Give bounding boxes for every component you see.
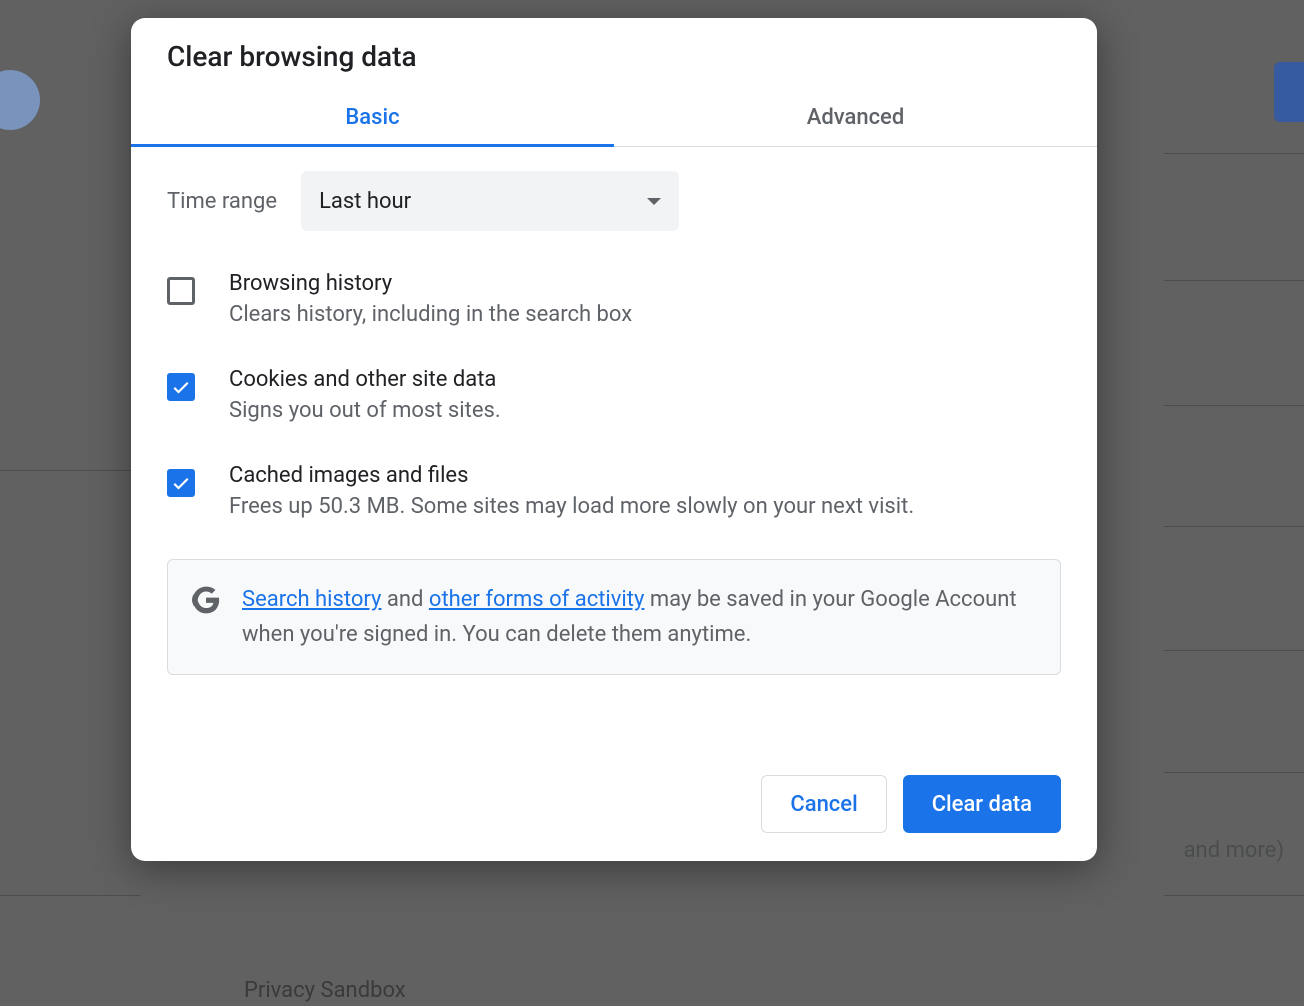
google-logo-icon bbox=[192, 586, 220, 614]
background-text: and more) bbox=[1184, 838, 1284, 863]
divider bbox=[1164, 153, 1304, 154]
tab-advanced[interactable]: Advanced bbox=[614, 91, 1097, 146]
checkmark-icon bbox=[171, 377, 191, 397]
divider bbox=[1164, 772, 1304, 773]
dialog-title: Clear browsing data bbox=[131, 18, 1097, 91]
divider bbox=[0, 470, 140, 471]
background-button bbox=[1274, 62, 1304, 122]
option-text: Browsing history Clears history, includi… bbox=[229, 271, 632, 327]
checkbox-browsing-history[interactable] bbox=[167, 277, 195, 305]
google-account-info-box: Search history and other forms of activi… bbox=[167, 559, 1061, 675]
search-history-link[interactable]: Search history bbox=[242, 587, 381, 612]
option-cached: Cached images and files Frees up 50.3 MB… bbox=[167, 463, 1061, 519]
dialog-footer: Cancel Clear data bbox=[131, 675, 1097, 841]
time-range-label: Time range bbox=[167, 189, 277, 214]
time-range-value: Last hour bbox=[319, 189, 411, 214]
checkbox-cookies[interactable] bbox=[167, 373, 195, 401]
divider bbox=[1164, 895, 1304, 896]
checkmark-icon bbox=[171, 473, 191, 493]
option-title: Cached images and files bbox=[229, 463, 914, 488]
option-title: Browsing history bbox=[229, 271, 632, 296]
option-text: Cookies and other site data Signs you ou… bbox=[229, 367, 501, 423]
time-range-row: Time range Last hour bbox=[167, 171, 1061, 231]
option-desc: Clears history, including in the search … bbox=[229, 302, 632, 327]
option-text: Cached images and files Frees up 50.3 MB… bbox=[229, 463, 914, 519]
other-activity-link[interactable]: other forms of activity bbox=[429, 587, 645, 612]
info-text: Search history and other forms of activi… bbox=[242, 582, 1036, 652]
clear-data-button[interactable]: Clear data bbox=[903, 775, 1061, 833]
checkbox-cached[interactable] bbox=[167, 469, 195, 497]
cancel-button[interactable]: Cancel bbox=[761, 775, 886, 833]
chevron-down-icon bbox=[647, 198, 661, 205]
dialog-body: Time range Last hour Browsing history Cl… bbox=[131, 147, 1097, 675]
option-desc: Frees up 50.3 MB. Some sites may load mo… bbox=[229, 494, 914, 519]
tabs: Basic Advanced bbox=[131, 91, 1097, 147]
option-cookies: Cookies and other site data Signs you ou… bbox=[167, 367, 1061, 423]
avatar-circle bbox=[0, 70, 40, 130]
divider bbox=[1164, 405, 1304, 406]
option-desc: Signs you out of most sites. bbox=[229, 398, 501, 423]
background-text: Privacy Sandbox bbox=[244, 978, 406, 1003]
divider bbox=[0, 895, 140, 896]
divider bbox=[1164, 650, 1304, 651]
option-title: Cookies and other site data bbox=[229, 367, 501, 392]
divider bbox=[1164, 526, 1304, 527]
clear-browsing-data-dialog: Clear browsing data Basic Advanced Time … bbox=[131, 18, 1097, 861]
time-range-select[interactable]: Last hour bbox=[301, 171, 679, 231]
option-browsing-history: Browsing history Clears history, includi… bbox=[167, 271, 1061, 327]
divider bbox=[1164, 280, 1304, 281]
tab-basic[interactable]: Basic bbox=[131, 91, 614, 146]
